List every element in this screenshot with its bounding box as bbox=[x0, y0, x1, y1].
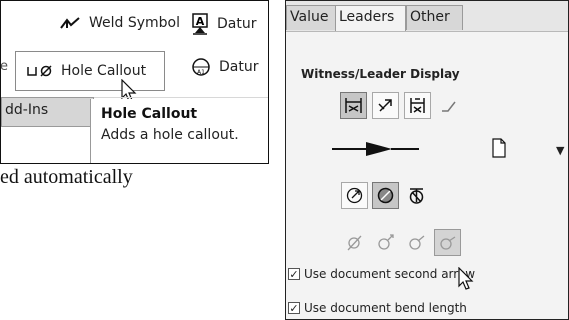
radial-leader-button-1[interactable] bbox=[341, 229, 368, 256]
tab-bar: Value Leaders Other bbox=[286, 1, 568, 32]
property-manager-panel: Value Leaders Other Witness/Leader Displ… bbox=[285, 0, 569, 320]
dropdown-arrow-icon[interactable]: ▼ bbox=[556, 144, 564, 157]
body-text-fragment: ed automatically bbox=[0, 166, 133, 188]
bend-length-label: Use document bend length bbox=[304, 301, 467, 315]
datum-target-icon: A1 bbox=[192, 58, 210, 76]
tab-other[interactable]: Other bbox=[406, 5, 463, 30]
annotation-ribbon: Weld Symbol A Datur e Hole Callout A1 Da… bbox=[0, 0, 269, 164]
mouse-cursor-icon bbox=[458, 267, 474, 290]
tab-leaders[interactable]: Leaders bbox=[335, 5, 406, 32]
bend-length-checkbox[interactable]: ✓ Use document bend length bbox=[288, 301, 467, 315]
bent-leader-button[interactable] bbox=[436, 92, 463, 119]
outside-arrows-button[interactable] bbox=[341, 182, 368, 209]
witness-lines-button[interactable] bbox=[340, 92, 367, 119]
leader-icon bbox=[378, 99, 392, 112]
svg-text:A: A bbox=[196, 15, 205, 28]
arrow-style-select[interactable]: ▼ bbox=[332, 136, 568, 162]
inside-arrows-button[interactable] bbox=[372, 182, 399, 209]
tooltip-description: Adds a hole callout. bbox=[101, 127, 239, 143]
document-icon bbox=[492, 138, 506, 158]
tab-add-ins[interactable]: dd-Ins bbox=[1, 97, 94, 127]
radial-leader-icon-3 bbox=[409, 235, 425, 250]
radial-leader-button-3[interactable] bbox=[403, 229, 430, 256]
tooltip-title: Hole Callout bbox=[101, 106, 198, 122]
radial-leader-button-4[interactable] bbox=[434, 229, 461, 256]
weld-symbol-button[interactable]: Weld Symbol bbox=[59, 15, 180, 31]
weld-symbol-icon bbox=[60, 17, 80, 29]
radial-leader-icon-2 bbox=[378, 234, 394, 250]
tab-value[interactable]: Value bbox=[286, 5, 336, 30]
smart-arrows-button[interactable] bbox=[403, 182, 430, 209]
datum-target-label: Datur bbox=[219, 59, 259, 75]
radial-leader-button-2[interactable] bbox=[372, 229, 399, 256]
radial-leader-icon-1 bbox=[347, 235, 362, 251]
witness-lines-icon bbox=[345, 98, 362, 113]
bent-leader-icon bbox=[442, 101, 456, 112]
smart-arrows-icon bbox=[409, 188, 424, 204]
datum-feature-button[interactable]: A Datur bbox=[191, 13, 256, 35]
section-title: Witness/Leader Display bbox=[301, 67, 460, 81]
svg-text:A1: A1 bbox=[197, 69, 205, 76]
inside-arrows-icon bbox=[377, 187, 394, 204]
hole-callout-button[interactable]: Hole Callout bbox=[15, 51, 165, 91]
second-arrow-checkbox[interactable]: ✓ Use document second arrow bbox=[288, 267, 475, 281]
radial-leader-icon-4 bbox=[440, 236, 456, 250]
datum-feature-label: Datur bbox=[217, 16, 257, 32]
tooltip: Hole Callout Adds a hole callout. bbox=[90, 99, 268, 163]
tab-divider bbox=[286, 31, 568, 32]
checkbox-box[interactable]: ✓ bbox=[288, 268, 300, 280]
weld-symbol-label: Weld Symbol bbox=[89, 15, 181, 31]
checkbox-box[interactable]: ✓ bbox=[288, 302, 300, 314]
second-arrow-label: Use document second arrow bbox=[304, 267, 476, 281]
extension-lines-icon bbox=[410, 98, 425, 113]
hole-callout-label: Hole Callout bbox=[61, 63, 147, 79]
datum-target-button[interactable]: A1 Datur bbox=[191, 57, 258, 77]
datum-feature-icon: A bbox=[192, 13, 208, 35]
arrow-style-icon bbox=[332, 136, 568, 162]
leader-button[interactable] bbox=[372, 92, 399, 119]
cut-off-label: e bbox=[0, 59, 8, 74]
hole-callout-icon bbox=[27, 65, 52, 77]
outside-arrows-icon bbox=[346, 187, 363, 204]
extension-lines-button[interactable] bbox=[404, 92, 431, 119]
